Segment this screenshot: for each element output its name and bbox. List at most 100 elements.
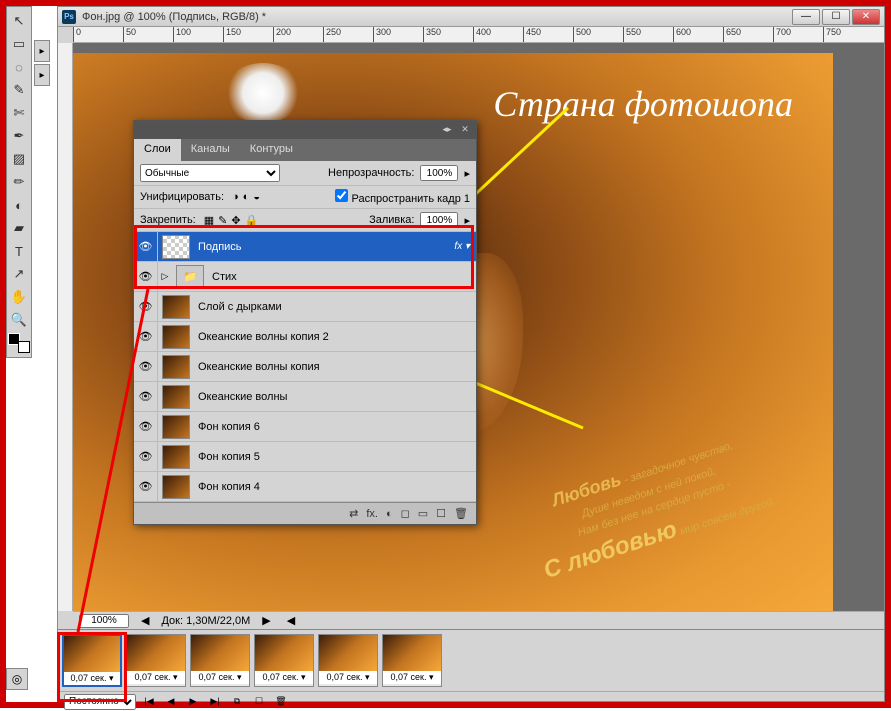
fx-badge[interactable]: fx ▾ — [448, 241, 476, 252]
layer-row[interactable]: 👁Подписьfx ▾ — [134, 232, 476, 262]
unify-icon-1[interactable]: ◑ — [232, 191, 239, 203]
visibility-icon[interactable]: 👁 — [134, 412, 158, 441]
timeline-frame[interactable]: 0,07 сек. ▾ — [126, 634, 186, 687]
new-layer-icon[interactable]: ☐ — [436, 507, 446, 520]
opacity-arrow-icon[interactable]: ▸ — [464, 167, 470, 180]
delete-frame-button[interactable]: 🗑 — [272, 695, 290, 709]
frame-thumb — [64, 636, 120, 672]
blend-mode-select[interactable]: Обычные — [140, 164, 280, 182]
tool-type[interactable]: T — [8, 240, 30, 262]
panel-toggle-2[interactable]: ▸ — [34, 64, 50, 86]
tab-channels[interactable]: Каналы — [181, 139, 240, 161]
layer-row[interactable]: 👁Океанские волны копия 2 — [134, 322, 476, 352]
new-frame-button[interactable]: ☐ — [250, 695, 268, 709]
link-layers-icon[interactable]: ⇄ — [349, 507, 358, 520]
lock-paint-icon[interactable]: ✎ — [218, 215, 227, 227]
layer-row[interactable]: 👁Океанские волны — [134, 382, 476, 412]
next-frame-button[interactable]: ▶| — [206, 695, 224, 709]
tool-hand[interactable]: ✋ — [8, 286, 30, 308]
opacity-input[interactable] — [420, 165, 458, 181]
panel-collapse-icon[interactable]: ◂▸ — [440, 124, 454, 136]
propagate-checkbox[interactable] — [335, 189, 348, 202]
close-button[interactable]: ✕ — [852, 9, 880, 25]
tool-move[interactable]: ↖ — [8, 10, 30, 32]
layer-row[interactable]: 👁Фон копия 4 — [134, 472, 476, 502]
fx-icon[interactable]: fx. — [366, 508, 378, 520]
tab-paths[interactable]: Контуры — [240, 139, 303, 161]
frame-duration[interactable]: 0,07 сек. ▾ — [64, 672, 120, 685]
tool-stamp[interactable]: ▨ — [8, 148, 30, 170]
layer-row[interactable]: 👁Слой с дырками — [134, 292, 476, 322]
prev-frame-button[interactable]: ◀ — [162, 695, 180, 709]
frame-duration[interactable]: 0,07 сек. ▾ — [319, 671, 377, 684]
frame-duration[interactable]: 0,07 сек. ▾ — [191, 671, 249, 684]
zoom-input[interactable] — [79, 614, 129, 628]
unify-icon-3[interactable]: ◒ — [253, 191, 260, 203]
panel-close-icon[interactable]: ✕ — [458, 124, 472, 136]
tool-slice[interactable]: ✄ — [8, 102, 30, 124]
unify-icon-2[interactable]: ◐ — [243, 191, 250, 203]
loop-select[interactable]: Постоянно — [64, 694, 136, 710]
lock-position-icon[interactable]: ✥ — [231, 215, 240, 227]
quick-mask-button[interactable]: ◎ — [6, 668, 28, 690]
visibility-icon[interactable]: 👁 — [134, 442, 158, 471]
visibility-icon[interactable]: 👁 — [134, 292, 158, 321]
status-arrow-left-2[interactable]: ◀ — [283, 614, 299, 627]
ruler-tick: 750 — [823, 27, 841, 43]
tool-marquee[interactable]: ▭ — [8, 33, 30, 55]
fill-input[interactable] — [420, 212, 458, 228]
tool-path[interactable]: ↗ — [8, 263, 30, 285]
timeline-frame[interactable]: 0,07 сек. ▾ — [382, 634, 442, 687]
lock-all-icon[interactable]: 🔒 — [245, 215, 259, 227]
tween-button[interactable]: ⧉ — [228, 695, 246, 709]
layer-row[interactable]: 👁Океанские волны копия — [134, 352, 476, 382]
maximize-button[interactable]: ☐ — [822, 9, 850, 25]
visibility-icon[interactable]: 👁 — [134, 472, 158, 501]
frame-duration[interactable]: 0,07 сек. ▾ — [127, 671, 185, 684]
visibility-icon[interactable]: 👁 — [134, 262, 158, 291]
group-icon[interactable]: ▭ — [418, 507, 428, 520]
delete-layer-icon[interactable]: 🗑 — [454, 507, 468, 520]
tool-eraser[interactable]: ✏ — [8, 171, 30, 193]
doc-size: Док: 1,30M/22,0M — [161, 615, 250, 627]
tool-zoom[interactable]: 🔍 — [8, 309, 30, 331]
ruler-tick: 50 — [123, 27, 136, 43]
minimize-button[interactable]: — — [792, 9, 820, 25]
status-arrow-left[interactable]: ◀ — [137, 614, 153, 627]
mask-icon[interactable]: ◐ — [386, 508, 393, 520]
tool-crop[interactable]: ✎ — [8, 79, 30, 101]
layer-name: Фон копия 6 — [194, 421, 476, 433]
timeline-frame[interactable]: 0,07 сек. ▾ — [62, 634, 122, 687]
tab-layers[interactable]: Слои — [134, 139, 181, 161]
ruler-tick: 150 — [223, 27, 241, 43]
tool-gradient[interactable]: ◐ — [8, 194, 30, 216]
layer-row[interactable]: 👁▷📁Стих — [134, 262, 476, 292]
visibility-icon[interactable]: 👁 — [134, 352, 158, 381]
first-frame-button[interactable]: |◀ — [140, 695, 158, 709]
color-swatch[interactable] — [8, 333, 30, 353]
timeline-frame[interactable]: 0,07 сек. ▾ — [190, 634, 250, 687]
frame-duration[interactable]: 0,07 сек. ▾ — [383, 671, 441, 684]
frame-duration[interactable]: 0,07 сек. ▾ — [255, 671, 313, 684]
expand-icon[interactable]: ▷ — [158, 271, 172, 282]
tool-blur[interactable]: ▰ — [8, 217, 30, 239]
visibility-icon[interactable]: 👁 — [134, 322, 158, 351]
panel-header[interactable]: ◂▸ ✕ — [134, 121, 476, 139]
timeline-frame[interactable]: 0,07 сек. ▾ — [254, 634, 314, 687]
fill-arrow-icon[interactable]: ▸ — [464, 214, 470, 227]
status-arrow-right[interactable]: ▶ — [258, 614, 274, 627]
visibility-icon[interactable]: 👁 — [134, 382, 158, 411]
layer-thumb — [162, 385, 190, 409]
frame-thumb — [383, 635, 441, 671]
panel-toggle-1[interactable]: ▸ — [34, 40, 50, 62]
layer-name: Стих — [208, 271, 476, 283]
tool-brush[interactable]: ✒ — [8, 125, 30, 147]
layer-row[interactable]: 👁Фон копия 5 — [134, 442, 476, 472]
visibility-icon[interactable]: 👁 — [134, 232, 158, 261]
adjustment-icon[interactable]: ◻ — [401, 507, 410, 520]
lock-transparent-icon[interactable]: ▦ — [204, 215, 214, 227]
timeline-frame[interactable]: 0,07 сек. ▾ — [318, 634, 378, 687]
play-button[interactable]: ▶ — [184, 695, 202, 709]
layer-row[interactable]: 👁 Фон копия 6 — [134, 412, 476, 442]
tool-lasso[interactable]: ◌ — [8, 56, 30, 78]
